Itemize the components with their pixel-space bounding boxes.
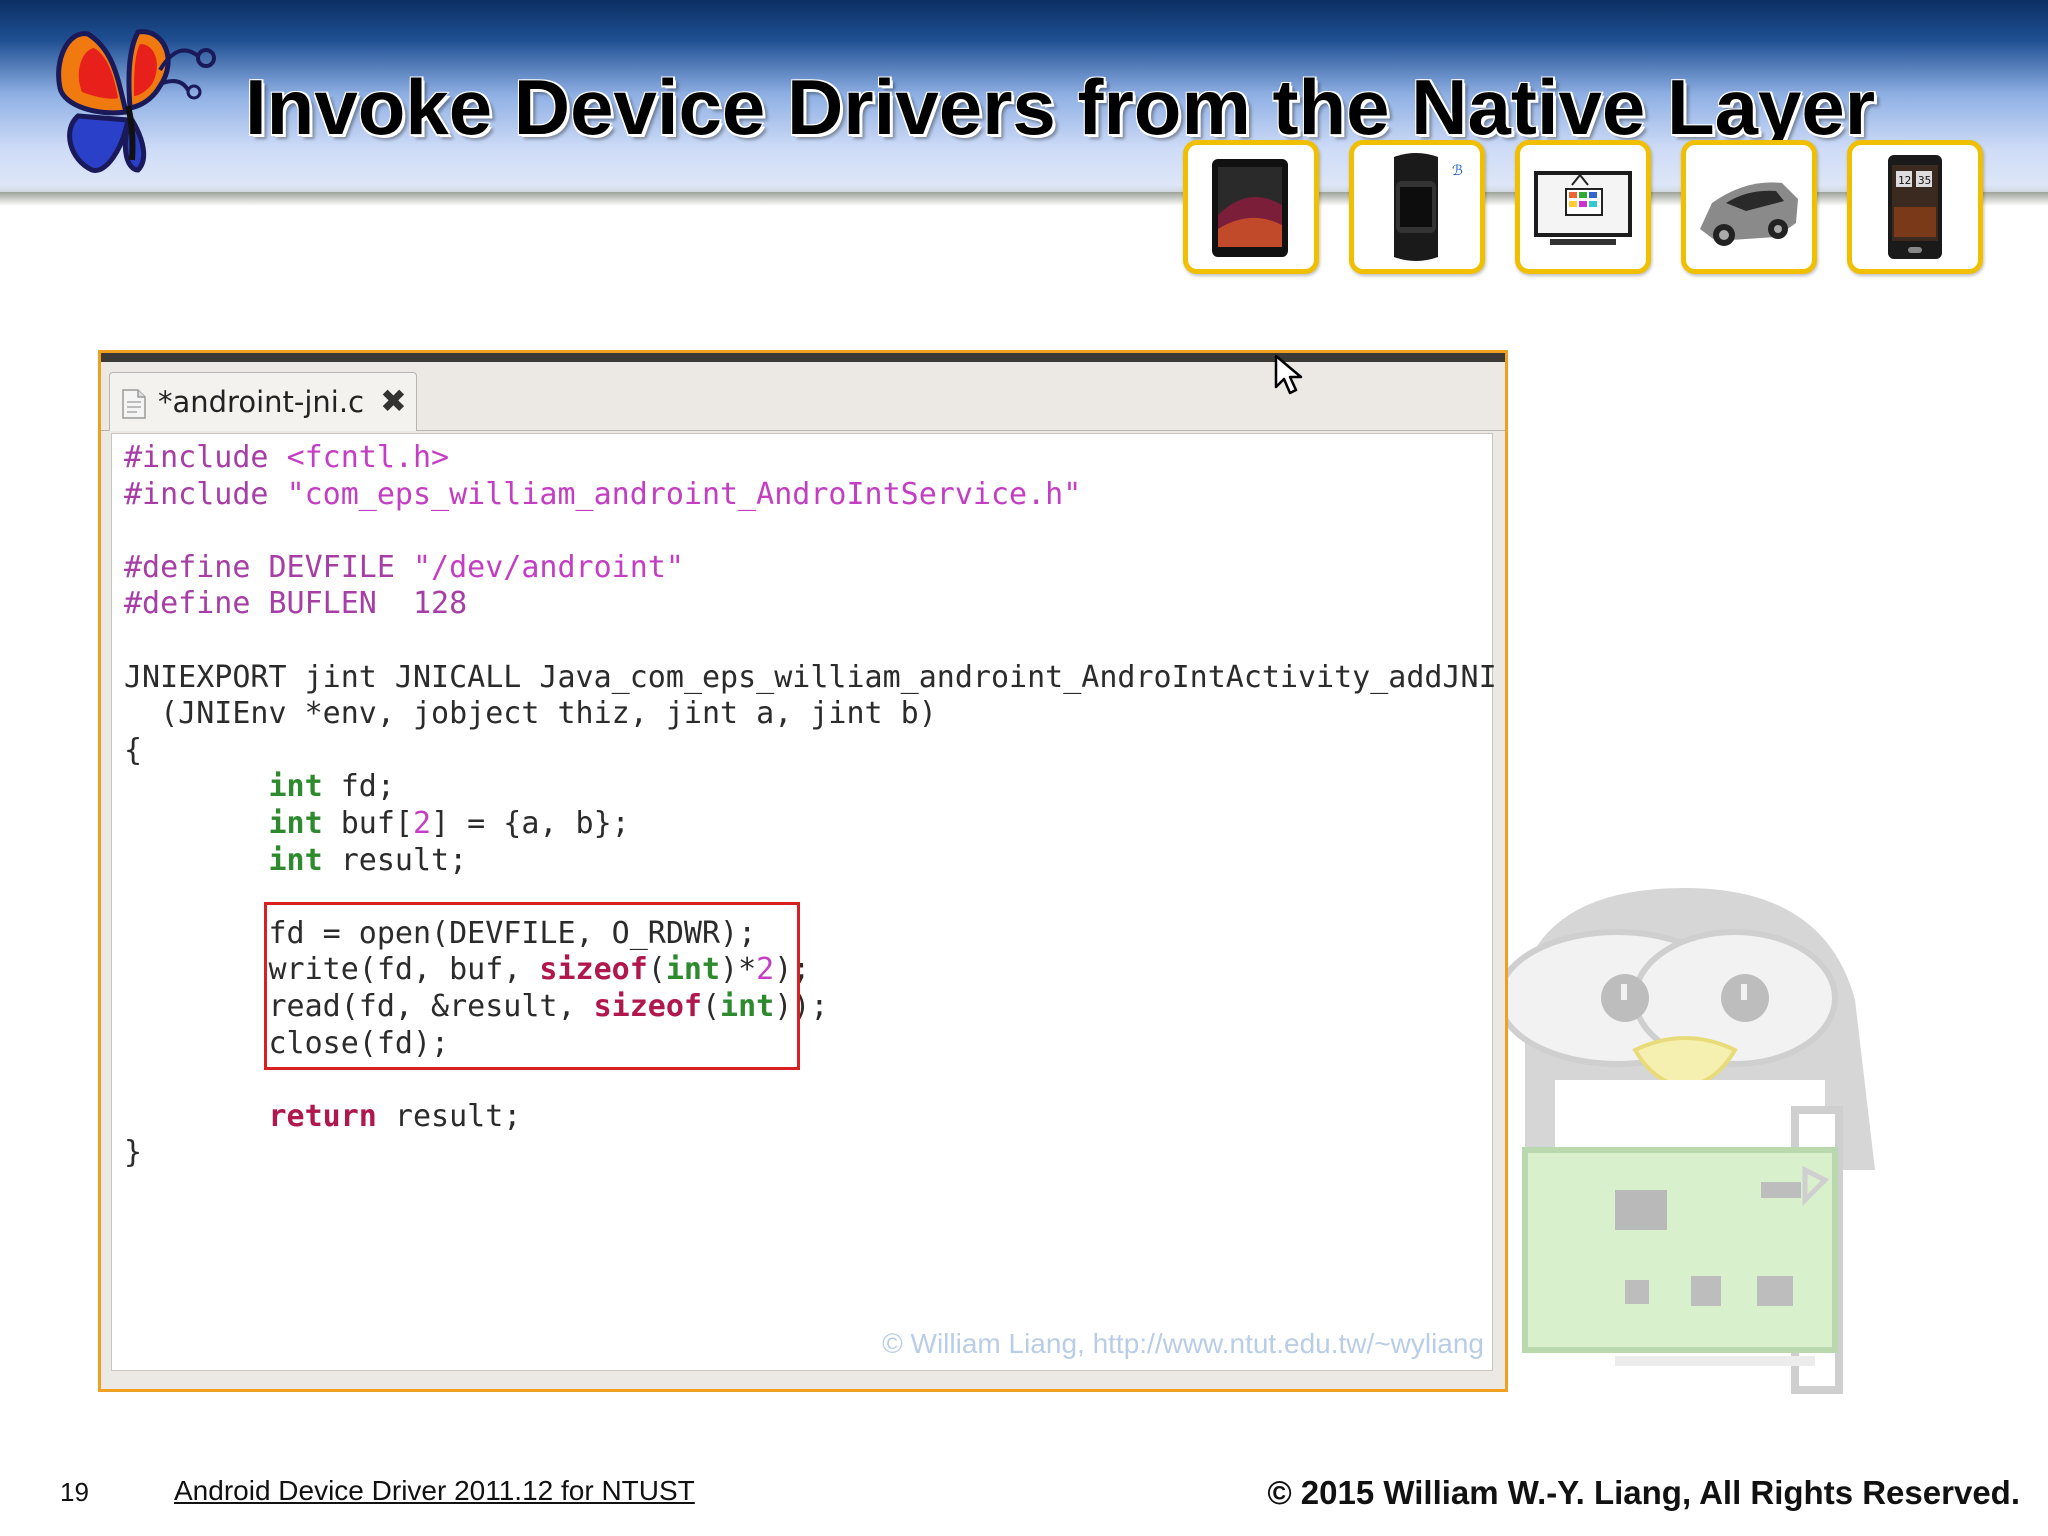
code-text-area[interactable]: #include <fcntl.h> #include "com_eps_will… <box>111 433 1497 1371</box>
code-line: return result; <box>268 1098 522 1134</box>
svg-text:12: 12 <box>1898 174 1911 187</box>
code-line: } <box>124 1135 143 1171</box>
tv-icon <box>1515 140 1651 274</box>
page-number: 19 <box>60 1477 89 1507</box>
code-line: int fd; <box>268 769 395 805</box>
copyright-watermark: © William Liang, http://www.ntut.edu.tw/… <box>882 1328 1484 1359</box>
mouse-cursor-icon <box>1274 354 1303 395</box>
copyright-notice: © 2015 William W.-Y. Liang, All Rights R… <box>1267 1474 2020 1511</box>
code-line: #define DEVFILE "/dev/androint" <box>124 549 684 585</box>
smartwatch-icon: ℬ <box>1349 140 1485 274</box>
code-line: { <box>124 732 143 768</box>
close-tab-icon[interactable]: ✖ <box>380 383 407 419</box>
code-line: int buf[2] = {a, b}; <box>268 805 630 841</box>
device-icon-row: ℬ 12 35 <box>1183 140 1983 274</box>
text-file-icon <box>122 389 146 419</box>
svg-text:ℬ: ℬ <box>1452 163 1463 179</box>
file-tab[interactable]: *androint-jni.c ✖ <box>109 372 417 431</box>
code-line: (JNIEnv *env, jobject thiz, jint a, jint… <box>124 696 937 732</box>
tablet-icon <box>1183 140 1319 274</box>
car-icon <box>1681 140 1817 274</box>
smartphone-icon: 12 35 <box>1847 140 1983 274</box>
code-line: #include "com_eps_william_androint_Andro… <box>124 476 1082 512</box>
code-line: int result; <box>268 842 468 878</box>
course-link[interactable]: Android Device Driver 2011.12 for NTUST <box>174 1475 695 1507</box>
code-line: #define BUFLEN 128 <box>124 586 468 622</box>
code-line: JNIEXPORT jint JNICALL Java_com_eps_will… <box>124 659 1497 695</box>
penguin-mascot-image <box>1496 888 1875 1394</box>
highlighted-driver-calls-box <box>264 902 800 1070</box>
code-editor-window: *androint-jni.c ✖ #include <fcntl.h> #inc… <box>98 350 1508 1392</box>
butterfly-logo-icon <box>56 29 216 173</box>
svg-text:35: 35 <box>1918 174 1931 187</box>
file-tab-label: *androint-jni.c <box>158 385 365 419</box>
code-line: #include <fcntl.h> <box>124 440 450 475</box>
